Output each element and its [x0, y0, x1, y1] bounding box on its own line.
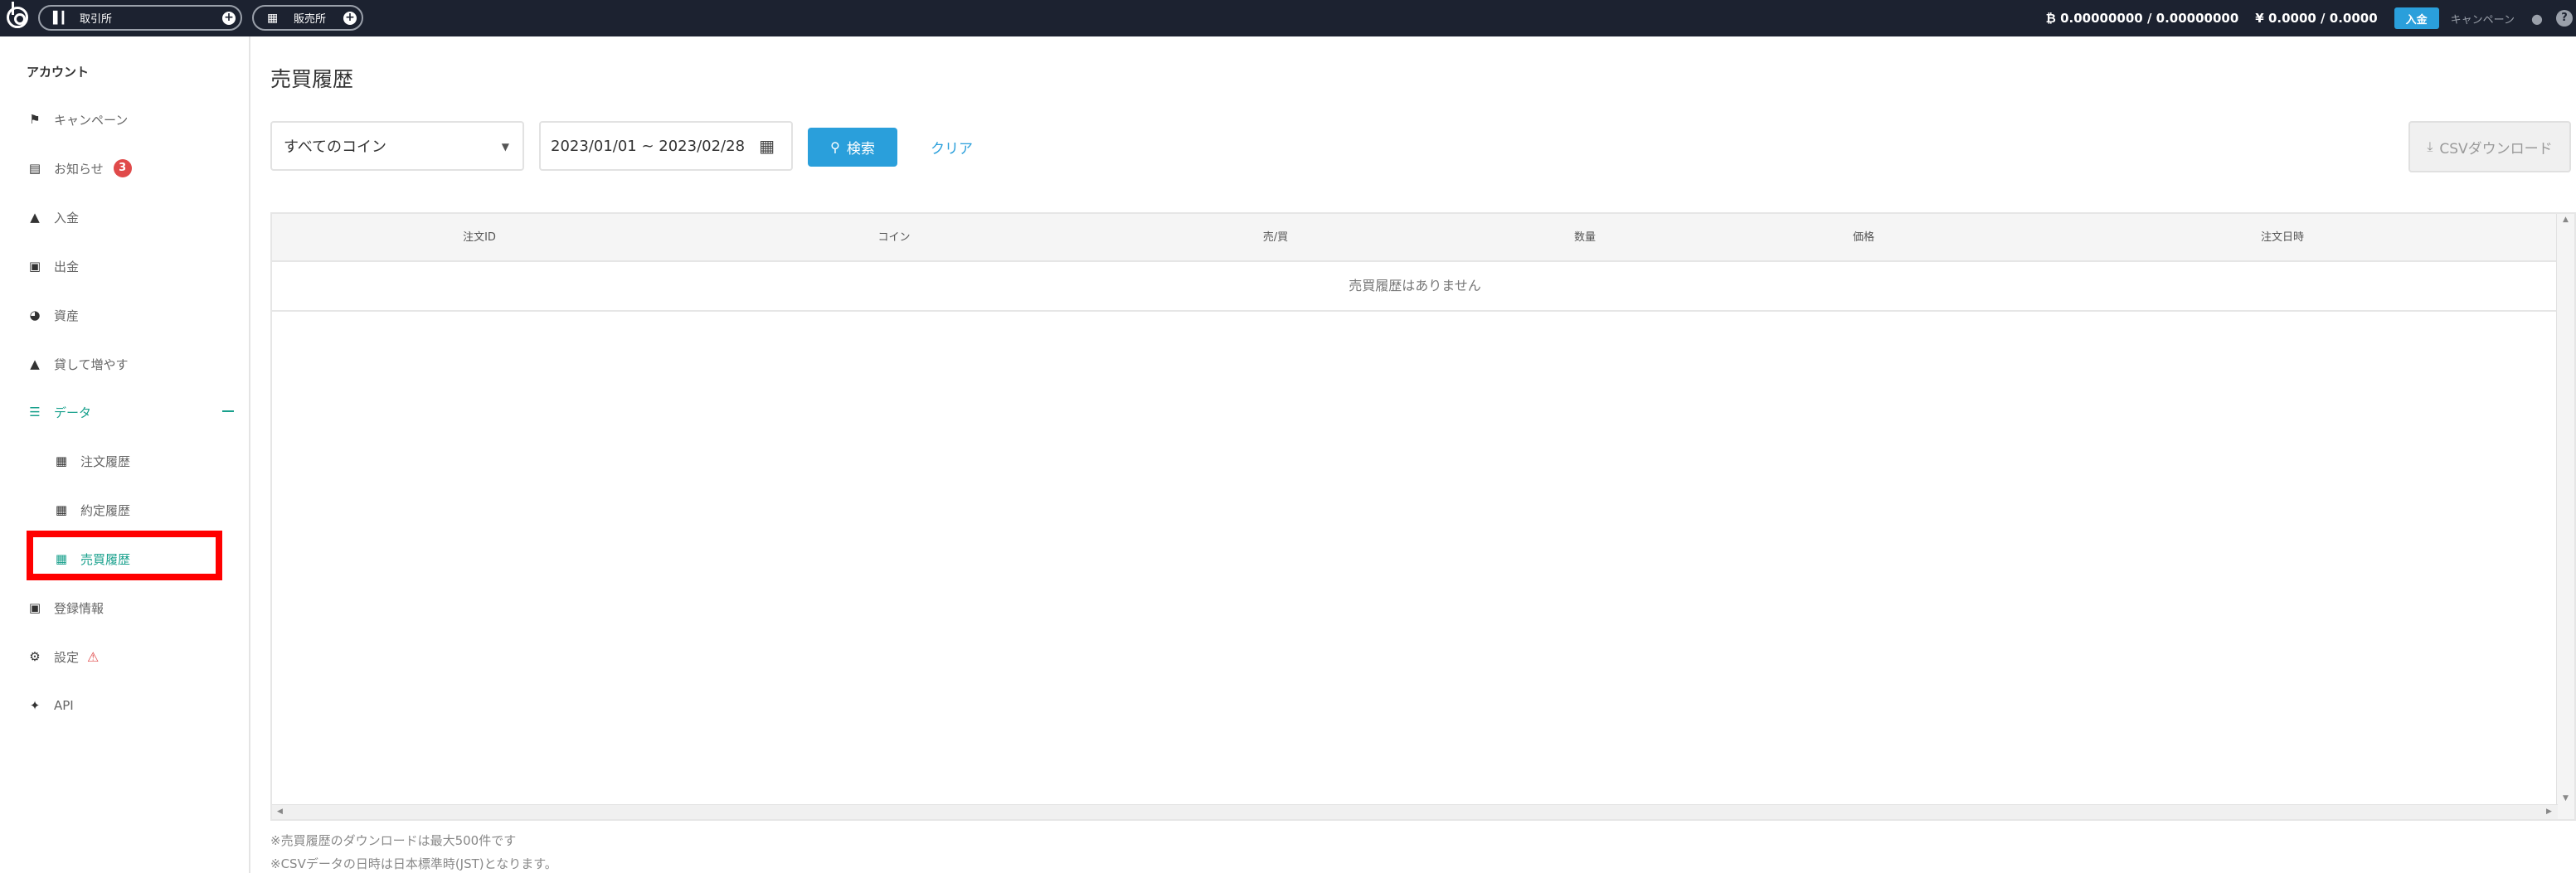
clear-button[interactable]: クリア [931, 137, 973, 158]
search-label: 検索 [846, 141, 875, 158]
collapse-icon[interactable] [222, 410, 234, 412]
wallet-icon: ▣ [28, 259, 41, 274]
download-limit-note: ※売買履歴のダウンロードは最大500件です [270, 833, 517, 848]
help-icon[interactable]: ? [2556, 10, 2573, 27]
download-icon: ⤓ [2427, 138, 2433, 154]
highlight-annotation-box [27, 531, 222, 580]
sidebar-item-api[interactable]: ✦ API [27, 693, 74, 718]
sidebar-item-assets[interactable]: ◕ 資産 [27, 303, 79, 327]
sidebar-item-label: 出金 [54, 259, 80, 274]
sidebar-item-label: 登録情報 [54, 600, 104, 616]
sidebar-item-label: 入金 [54, 210, 80, 226]
sidebar-item-notices[interactable]: ▤ お知らせ 3 [27, 156, 132, 181]
column-header-order-id: 注文ID [463, 231, 496, 244]
store-icon: ▦ [267, 11, 279, 25]
column-header-price: 価格 [1852, 231, 1874, 244]
bar-chart-icon: ▌▎ [53, 11, 71, 25]
sidebar-item-data[interactable]: ☰ データ [27, 400, 91, 424]
csv-download-button[interactable]: ⤓ CSVダウンロード [2408, 121, 2571, 172]
coin-filter-select[interactable]: すべてのコイン ▼ [270, 121, 524, 171]
plus-icon: + [222, 12, 236, 25]
csv-download-label: CSVダウンロード [2439, 140, 2553, 158]
pie-chart-icon: ◕ [29, 308, 41, 323]
trade-history-table: 注文ID コイン 売/買 数量 価格 注文日時 売買履歴はありません ▲ ▼ ◀… [270, 212, 2576, 821]
sidebar-item-label: 設定 [54, 649, 80, 665]
sidebar-item-execution-history[interactable]: ▦ 約定履歴 [53, 497, 130, 522]
column-header-amount: 数量 [1573, 231, 1596, 244]
id-card-icon: ▣ [28, 600, 41, 615]
horizontal-scrollbar[interactable]: ◀ ▶ [272, 804, 2558, 819]
notification-badge: 3 [113, 159, 132, 177]
column-header-coin: コイン [877, 231, 911, 244]
sidebar-item-registration[interactable]: ▣ 登録情報 [27, 595, 104, 620]
sidebar-item-label: キャンペーン [54, 112, 129, 128]
search-icon: ⚲ [830, 139, 840, 155]
database-icon: ☰ [29, 405, 41, 420]
sidebar-item-label: 貸して増やす [54, 356, 129, 372]
scroll-left-icon[interactable]: ◀ [277, 808, 283, 816]
column-header-order-datetime: 注文日時 [2260, 231, 2304, 244]
calendar-icon: ▦ [759, 136, 775, 156]
timezone-note: ※CSVデータの日時は日本標準時(JST)となります。 [270, 856, 557, 871]
sidebar-item-withdraw[interactable]: ▣ 出金 [27, 254, 79, 279]
sidebar-item-label: 資産 [54, 308, 80, 323]
coin-filter-value: すべてのコイン [284, 138, 387, 156]
btc-balance: ₿ 0.00000000 / 0.00000000 [2045, 11, 2239, 26]
search-button[interactable]: ⚲ 検索 [808, 128, 897, 167]
store-menu-button[interactable]: ▦ 販売所 + [252, 5, 363, 31]
top-navigation-bar: ▌▎ 取引所 + ▦ 販売所 + ₿ 0.00000000 / 0.000000… [0, 0, 2576, 36]
user-icon[interactable]: ● [2531, 11, 2543, 27]
bank-icon: ▲ [30, 210, 40, 225]
bitbank-logo[interactable] [7, 2, 28, 28]
page-title: 売買履歴 [270, 67, 354, 91]
message-icon: ▤ [28, 161, 41, 176]
sidebar-item-label: 注文履歴 [80, 453, 131, 469]
flag-icon: ⚑ [29, 112, 41, 127]
caret-down-icon: ▼ [501, 141, 509, 153]
exchange-label: 取引所 [80, 13, 113, 26]
sidebar-item-label: 約定履歴 [80, 502, 131, 518]
vertical-scrollbar[interactable]: ▲ ▼ [2556, 214, 2574, 819]
scroll-down-icon[interactable]: ▼ [2563, 794, 2569, 803]
table-empty-message: 売買履歴はありません [272, 262, 2558, 312]
store-label: 販売所 [294, 13, 327, 26]
api-icon: ✦ [29, 698, 41, 713]
campaign-link[interactable]: キャンペーン [2451, 11, 2515, 27]
clipboard-icon: ▦ [55, 453, 68, 468]
date-range-value: 2023/01/01 ~ 2023/02/28 [551, 137, 746, 155]
sidebar-item-label: お知らせ [54, 161, 104, 177]
account-summary: ₿ 0.00000000 / 0.00000000 ¥ 0.0000 / 0.0… [2046, 0, 2576, 36]
exchange-menu-button[interactable]: ▌▎ 取引所 + [38, 5, 242, 31]
sidebar-item-deposit[interactable]: ▲ 入金 [27, 205, 79, 230]
jpy-balance: ¥ 0.0000 / 0.0000 [2255, 11, 2378, 26]
sidebar-item-settings[interactable]: ⚙ 設定 ⚠ [27, 644, 99, 669]
bank-icon: ▲ [30, 356, 40, 371]
date-range-picker[interactable]: 2023/01/01 ~ 2023/02/28 ▦ [539, 121, 793, 171]
sidebar-item-label: データ [54, 405, 92, 420]
sidebar-item-campaign[interactable]: ⚑ キャンペーン [27, 107, 128, 132]
deposit-button[interactable]: 入金 [2394, 7, 2439, 29]
sidebar-item-label: API [54, 698, 74, 713]
sidebar-title: アカウント [27, 65, 90, 80]
column-header-side: 売/買 [1262, 231, 1289, 244]
sidebar-item-order-history[interactable]: ▦ 注文履歴 [53, 449, 130, 473]
scroll-right-icon[interactable]: ▶ [2546, 808, 2552, 816]
sidebar-item-lending[interactable]: ▲ 貸して増やす [27, 352, 129, 376]
clipboard-icon: ▦ [55, 502, 68, 517]
warning-icon: ⚠ [87, 648, 100, 665]
plus-icon: + [343, 12, 357, 25]
sidebar: アカウント ⚑ キャンペーン ▤ お知らせ 3 ▲ 入金 ▣ 出金 ◕ 資産 ▲… [0, 36, 250, 873]
table-header: 注文ID コイン 売/買 数量 価格 注文日時 [272, 214, 2558, 262]
scroll-up-icon[interactable]: ▲ [2563, 216, 2569, 224]
gear-icon: ⚙ [29, 649, 41, 664]
